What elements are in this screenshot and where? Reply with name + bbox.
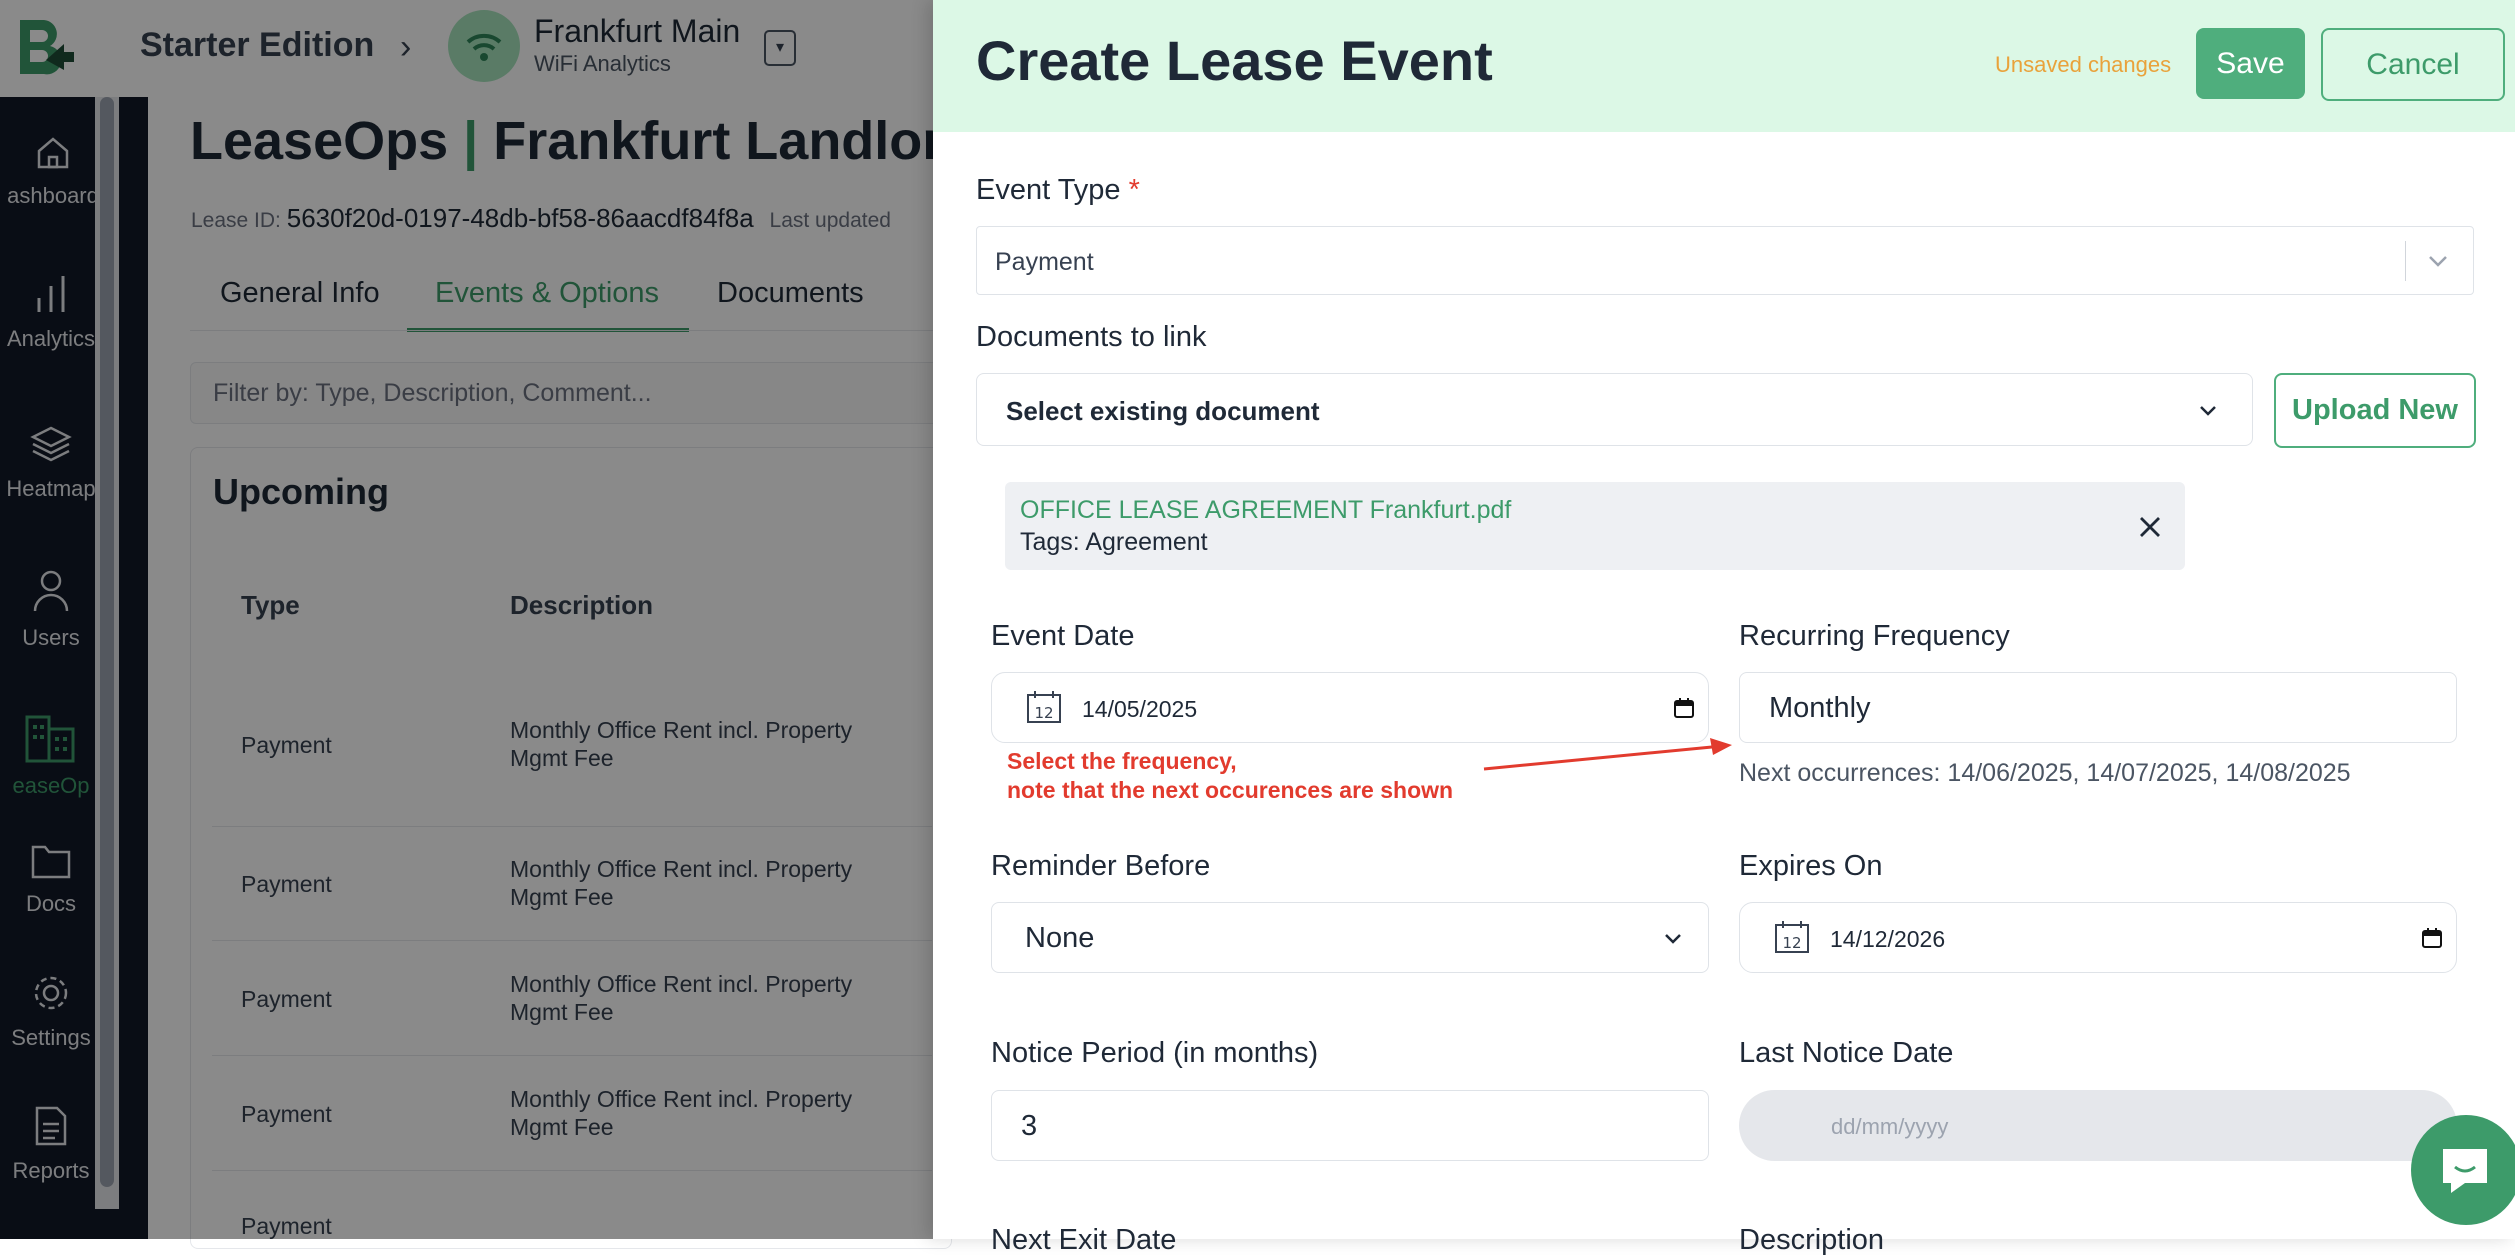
next-exit-date-label: Next Exit Date [991, 1224, 1177, 1256]
event-date-label: Event Date [991, 620, 1135, 652]
chevron-down-icon[interactable] [1662, 928, 1684, 948]
unsaved-indicator: Unsaved changes [1995, 52, 2172, 77]
chevron-down-icon[interactable] [2427, 251, 2449, 271]
annotation-line: note that the next occurences are shown [1007, 777, 1454, 803]
next-occurrences: Next occurrences: 14/06/2025, 14/07/2025… [1739, 759, 2351, 787]
last-notice-date-input: dd/mm/yyyy [1739, 1090, 2457, 1161]
last-notice-date-label: Last Notice Date [1739, 1037, 1954, 1069]
document-select[interactable]: Select existing document [976, 373, 2253, 446]
annotation-arrow [1483, 738, 1732, 771]
event-type-label-text: Event Type [976, 174, 1121, 206]
linked-document-chip: OFFICE LEASE AGREEMENT Frankfurt.pdf Tag… [1005, 482, 2185, 570]
annotation-line: Select the frequency, [1007, 748, 1237, 774]
required-asterisk: * [1128, 174, 1140, 206]
event-date-input[interactable]: 12 14/05/2025 [991, 672, 1709, 743]
close-icon[interactable] [2137, 514, 2163, 540]
calendar-icon: 12 [1027, 691, 1061, 723]
recurring-frequency-value: Monthly [1769, 692, 1871, 724]
reminder-before-value: None [1025, 922, 1095, 954]
documents-label: Documents to link [976, 321, 1207, 353]
recurring-frequency-input[interactable]: Monthly [1739, 672, 2457, 743]
modal-backdrop[interactable] [0, 0, 933, 1239]
cancel-button[interactable]: Cancel [2321, 28, 2505, 101]
panel-title: Create Lease Event [976, 29, 1493, 92]
notice-period-value: 3 [1021, 1110, 1038, 1142]
chat-launcher[interactable] [2411, 1115, 2515, 1225]
date-picker-icon[interactable] [2421, 927, 2443, 949]
reminder-before-select[interactable]: None [991, 902, 1709, 973]
event-type-label: Event Type * [976, 174, 1140, 207]
upload-new-button[interactable]: Upload New [2274, 373, 2476, 448]
last-notice-placeholder: dd/mm/yyyy [1831, 1114, 1949, 1139]
description-label: Description [1739, 1224, 1885, 1256]
recurring-frequency-label: Recurring Frequency [1739, 620, 2010, 652]
svg-text:12: 12 [1034, 704, 1053, 722]
calendar-icon: 12 [1775, 921, 1809, 953]
document-select-text: Select existing document [1006, 396, 1320, 426]
select-separator [2405, 241, 2406, 281]
expires-on-input[interactable]: 12 14/12/2026 [1739, 902, 2457, 973]
expires-on-label: Expires On [1739, 850, 1883, 882]
event-type-value: Payment [995, 248, 1094, 276]
expires-on-value: 14/12/2026 [1830, 926, 1946, 952]
save-button[interactable]: Save [2196, 28, 2305, 99]
linked-document-name[interactable]: OFFICE LEASE AGREEMENT Frankfurt.pdf [1020, 496, 1511, 525]
reminder-before-label: Reminder Before [991, 850, 1211, 882]
event-date-value: 14/05/2025 [1082, 696, 1198, 722]
notice-period-input[interactable]: 3 [991, 1090, 1709, 1161]
annotation-text: Select the frequency, note that the next… [1007, 747, 1453, 805]
chat-icon [2443, 1149, 2487, 1193]
event-type-select[interactable]: Payment [976, 226, 2474, 295]
linked-document-tags: Tags: Agreement [1020, 528, 1208, 556]
chevron-down-icon[interactable] [2197, 400, 2219, 420]
svg-text:12: 12 [1782, 934, 1801, 952]
notice-period-label: Notice Period (in months) [991, 1037, 1319, 1069]
date-picker-icon[interactable] [1673, 697, 1695, 719]
